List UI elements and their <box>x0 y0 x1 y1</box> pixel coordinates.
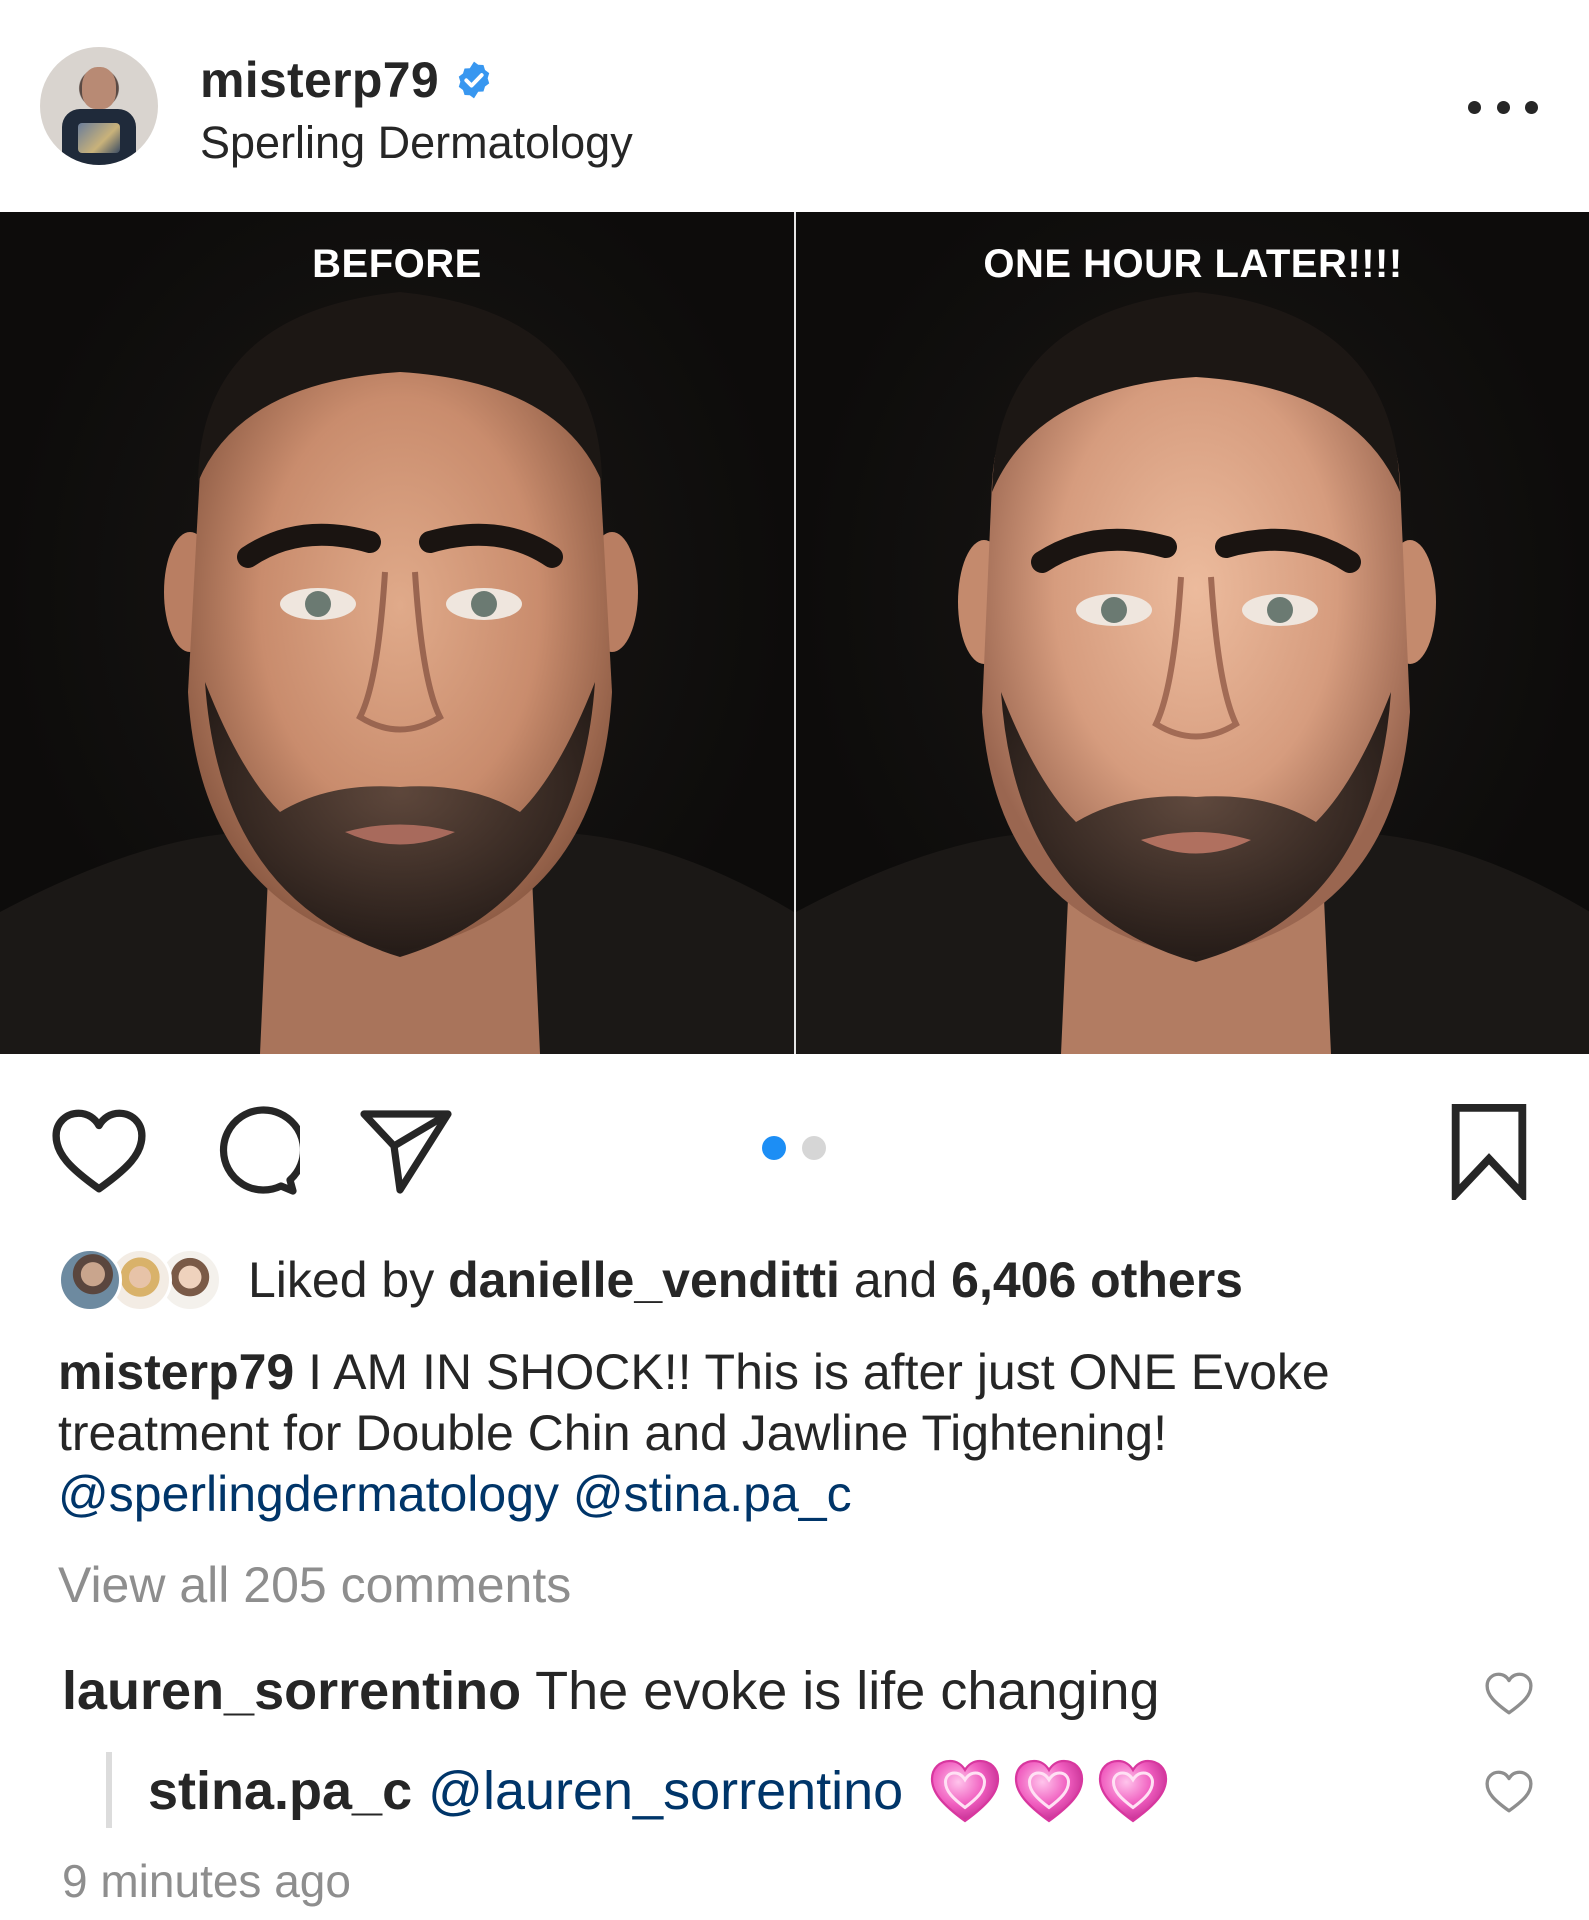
carousel-indicator <box>762 1136 826 1160</box>
post-header: misterp79 Sperling Dermatology <box>0 0 1589 212</box>
post-caption: misterp79 I AM IN SHOCK!! This is after … <box>58 1342 1538 1525</box>
caption-username[interactable]: misterp79 <box>58 1344 294 1400</box>
view-all-comments-link[interactable]: View all 205 comments <box>58 1556 571 1614</box>
post-location[interactable]: Sperling Dermatology <box>200 117 633 169</box>
comment-like-icon[interactable] <box>1484 1768 1534 1814</box>
post-username[interactable]: misterp79 <box>200 51 439 109</box>
bookmark-outline-icon[interactable] <box>1447 1102 1531 1200</box>
more-dot-icon <box>1496 100 1510 114</box>
sparkling-heart-emoji-group <box>929 1756 1169 1826</box>
verified-badge-icon <box>458 61 490 99</box>
sparkling-heart-emoji <box>931 1759 1000 1823</box>
comment-mention[interactable]: @lauren_sorrentino <box>428 1760 903 1822</box>
likes-text: Liked by danielle_venditti and 6,406 oth… <box>248 1251 1243 1309</box>
comment: lauren_sorrentino The evoke is life chan… <box>62 1660 1160 1722</box>
more-options-button[interactable] <box>1468 90 1538 124</box>
comment-reply: stina.pa_c @lauren_sorrentino <box>148 1756 1169 1826</box>
carousel-dot <box>802 1136 826 1160</box>
before-label: BEFORE <box>312 242 482 286</box>
likes-others[interactable]: 6,406 others <box>951 1252 1243 1308</box>
more-dot-icon <box>1468 100 1481 114</box>
liker-avatars <box>58 1244 228 1316</box>
liker-avatar <box>58 1248 122 1312</box>
likes-first-user[interactable]: danielle_venditti <box>448 1252 840 1308</box>
after-label: ONE HOUR LATER!!!! <box>983 242 1403 286</box>
sparkling-heart-emoji <box>1015 1759 1084 1823</box>
before-face-illustration <box>0 292 794 1054</box>
heart-outline-icon[interactable] <box>50 1104 148 1196</box>
paper-plane-icon[interactable] <box>358 1104 454 1196</box>
after-face-illustration <box>796 292 1589 1054</box>
caption-mention[interactable]: @stina.pa_c <box>573 1466 852 1522</box>
avatar-shirt-print <box>78 123 120 153</box>
username-row: misterp79 <box>200 50 495 110</box>
comment-username[interactable]: lauren_sorrentino <box>62 1661 521 1721</box>
comment-text: The evoke is life changing <box>535 1661 1160 1721</box>
comment-like-icon[interactable] <box>1484 1670 1534 1716</box>
post-media[interactable]: BEFORE ONE HOUR LATER!!!! <box>0 212 1589 1054</box>
likes-row[interactable]: Liked by danielle_venditti and 6,406 oth… <box>58 1240 1243 1320</box>
more-dot-icon <box>1525 100 1538 114</box>
comment-username[interactable]: stina.pa_c <box>148 1760 412 1822</box>
avatar-face <box>82 67 116 109</box>
likes-conjunction: and <box>853 1252 938 1308</box>
caption-mention[interactable]: @sperlingdermatology <box>58 1466 559 1522</box>
likes-prefix: Liked by <box>248 1252 435 1308</box>
profile-avatar[interactable] <box>40 47 158 165</box>
before-photo: BEFORE <box>0 212 794 1054</box>
carousel-dot-active <box>762 1136 786 1160</box>
sparkling-heart-emoji <box>1099 1759 1168 1823</box>
comment-bubble-icon[interactable] <box>208 1104 300 1196</box>
post-timestamp: 9 minutes ago <box>62 1855 351 1907</box>
reply-thread-line <box>106 1752 112 1828</box>
after-photo: ONE HOUR LATER!!!! <box>796 212 1589 1054</box>
